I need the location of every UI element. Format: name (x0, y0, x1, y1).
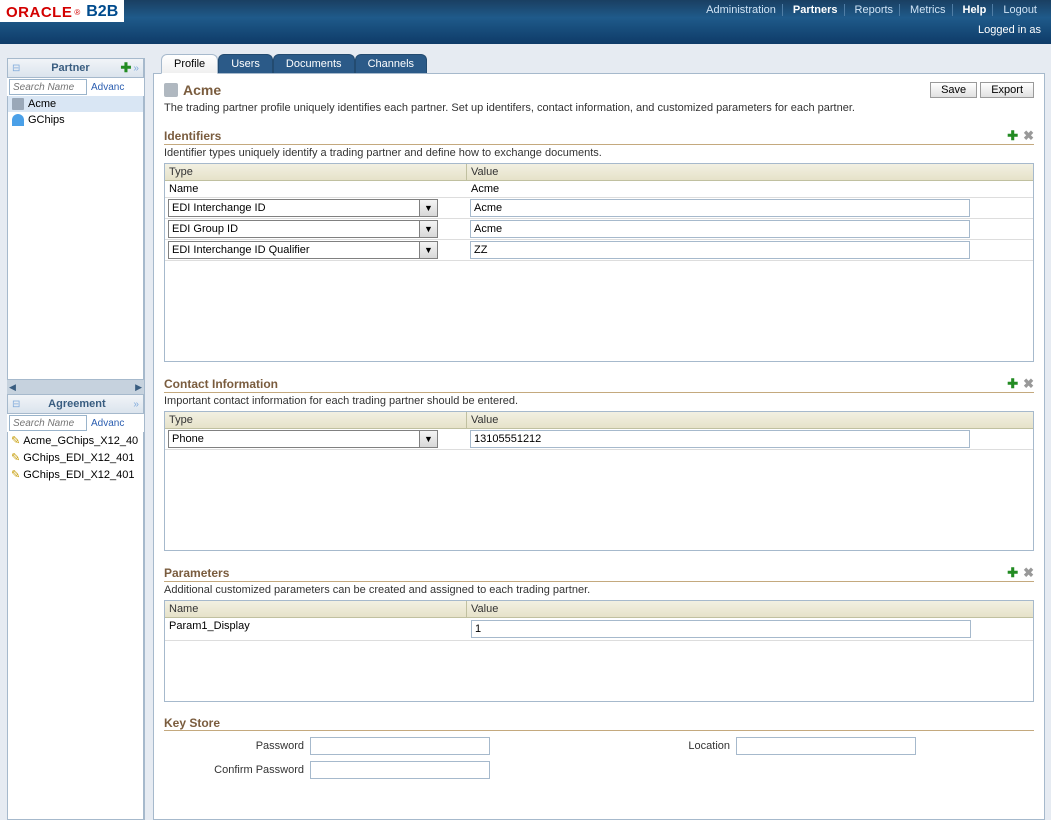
delete-identifier-icon[interactable]: ✖ (1023, 128, 1034, 144)
panel-more-icon[interactable]: » (133, 399, 139, 410)
add-contact-icon[interactable]: ✚ (1007, 376, 1018, 392)
nav-partners[interactable]: Partners (787, 4, 845, 16)
brand-registered: ® (74, 8, 80, 17)
panel-collapse-icon[interactable]: ⊟ (12, 63, 20, 74)
building-icon (12, 98, 24, 110)
col-header-type: Type (165, 164, 467, 180)
chevron-down-icon[interactable]: ▼ (419, 431, 437, 447)
identifiers-desc: Identifier types uniquely identify a tra… (164, 147, 1034, 159)
partner-item-gchips[interactable]: GChips (8, 112, 143, 128)
panel-collapse-icon[interactable]: ⊟ (12, 399, 20, 410)
contact-value-input[interactable] (470, 430, 970, 448)
splitter-left-icon[interactable]: ◀ (9, 382, 16, 393)
save-button[interactable]: Save (930, 82, 977, 98)
tab-documents[interactable]: Documents (273, 54, 355, 74)
page-description: The trading partner profile uniquely ide… (164, 102, 1034, 114)
chevron-down-icon[interactable]: ▼ (419, 221, 437, 237)
keystore-location-label: Location (670, 740, 730, 752)
col-header-value: Value (467, 601, 1033, 617)
contact-type-input[interactable] (169, 431, 419, 447)
nav-help[interactable]: Help (957, 4, 994, 16)
delete-contact-icon[interactable]: ✖ (1023, 376, 1034, 392)
add-partner-icon[interactable]: ✚ (121, 60, 132, 76)
col-header-type: Type (165, 412, 467, 428)
parameters-desc: Additional customized parameters can be … (164, 584, 1034, 596)
col-header-value: Value (467, 412, 1033, 428)
agreement-panel-title: Agreement (48, 398, 105, 410)
chevron-down-icon[interactable]: ▼ (419, 242, 437, 258)
partner-icon (164, 83, 178, 97)
contact-title: Contact Information (164, 377, 278, 391)
col-header-name: Name (165, 601, 467, 617)
add-identifier-icon[interactable]: ✚ (1007, 128, 1018, 144)
col-header-value: Value (467, 164, 1033, 180)
identifier-type-combo[interactable]: ▼ (168, 220, 438, 238)
nav-reports[interactable]: Reports (849, 4, 901, 16)
identifier-value-input[interactable] (470, 241, 970, 259)
parameters-title: Parameters (164, 566, 229, 580)
page-title: Acme (183, 82, 221, 98)
agreement-item[interactable]: ✎ GChips_EDI_X12_401 (8, 466, 143, 483)
identifier-name-value: Acme (467, 181, 1033, 197)
agreement-advanced-link[interactable]: Advanc (91, 418, 124, 429)
nav-metrics[interactable]: Metrics (904, 4, 952, 16)
agreement-item-label: GChips_EDI_X12_401 (23, 469, 134, 481)
tab-channels[interactable]: Channels (355, 54, 427, 74)
brand-b2b: B2B (86, 3, 118, 21)
splitter-right-icon[interactable]: ▶ (135, 382, 142, 393)
nav-logout[interactable]: Logout (997, 4, 1043, 16)
parameter-name: Param1_Display (165, 618, 467, 640)
agreement-item[interactable]: ✎ GChips_EDI_X12_401 (8, 449, 143, 466)
partner-item-label: GChips (28, 114, 65, 126)
keystore-confirm-input[interactable] (310, 761, 490, 779)
pencil-icon: ✎ (11, 468, 20, 481)
agreement-item[interactable]: ✎ Acme_GChips_X12_40 (8, 432, 143, 449)
agreement-search-input[interactable] (9, 415, 87, 431)
add-parameter-icon[interactable]: ✚ (1007, 565, 1018, 581)
partner-advanced-link[interactable]: Advanc (91, 82, 124, 93)
panel-more-icon[interactable]: » (133, 63, 139, 74)
partner-search-input[interactable] (9, 79, 87, 95)
brand-oracle: ORACLE (6, 4, 72, 21)
keystore-password-input[interactable] (310, 737, 490, 755)
brand-logo: ORACLE® B2B (0, 0, 124, 22)
identifiers-title: Identifiers (164, 129, 221, 143)
parameter-value-input[interactable] (471, 620, 971, 638)
tab-profile[interactable]: Profile (161, 54, 218, 74)
keystore-password-label: Password (164, 740, 304, 752)
agreement-item-label: GChips_EDI_X12_401 (23, 452, 134, 464)
chevron-down-icon[interactable]: ▼ (419, 200, 437, 216)
agreement-item-label: Acme_GChips_X12_40 (23, 435, 138, 447)
identifier-value-input[interactable] (470, 199, 970, 217)
partner-item-acme[interactable]: Acme (8, 96, 143, 112)
delete-parameter-icon[interactable]: ✖ (1023, 565, 1034, 581)
contact-type-combo[interactable]: ▼ (168, 430, 438, 448)
identifier-value-input[interactable] (470, 220, 970, 238)
tab-users[interactable]: Users (218, 54, 273, 74)
person-icon (12, 114, 24, 126)
identifier-type-input[interactable] (169, 200, 419, 216)
keystore-confirm-label: Confirm Password (164, 764, 304, 776)
contact-desc: Important contact information for each t… (164, 395, 1034, 407)
pencil-icon: ✎ (11, 451, 20, 464)
logged-in-label: Logged in as (978, 24, 1041, 36)
keystore-location-input[interactable] (736, 737, 916, 755)
partner-panel-title: Partner (51, 62, 90, 74)
partner-item-label: Acme (28, 98, 56, 110)
identifier-name-label: Name (165, 181, 467, 197)
identifier-type-combo[interactable]: ▼ (168, 199, 438, 217)
export-button[interactable]: Export (980, 82, 1034, 98)
pencil-icon: ✎ (11, 434, 20, 447)
identifier-type-input[interactable] (169, 221, 419, 237)
identifier-type-input[interactable] (169, 242, 419, 258)
nav-administration[interactable]: Administration (700, 4, 783, 16)
keystore-title: Key Store (164, 716, 220, 730)
identifier-type-combo[interactable]: ▼ (168, 241, 438, 259)
